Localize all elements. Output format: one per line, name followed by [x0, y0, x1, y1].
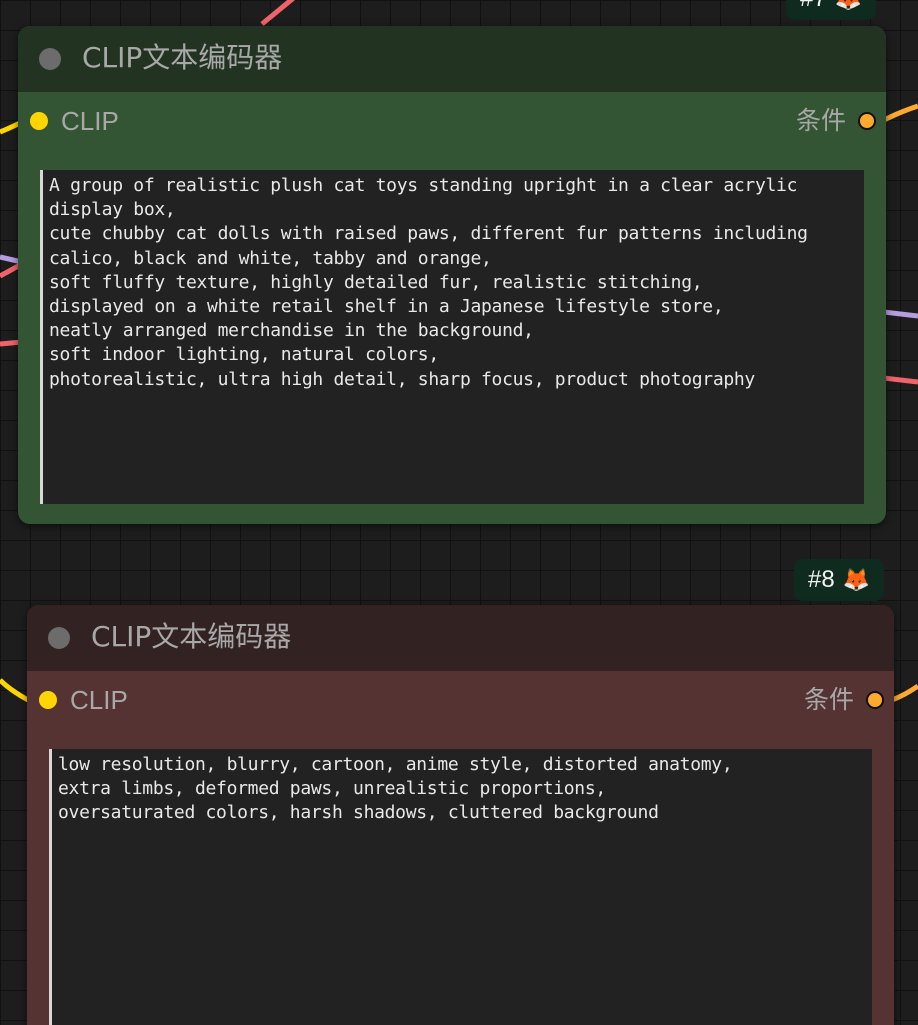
node-id: #8: [808, 566, 835, 593]
prompt-textarea[interactable]: low resolution, blurry, cartoon, anime s…: [49, 749, 872, 1025]
clip-input-label: CLIP: [70, 685, 128, 715]
conditioning-output-label: 条件: [803, 685, 854, 714]
node-header[interactable]: CLIP文本编码器: [18, 26, 886, 92]
node-title: CLIP文本编码器: [82, 41, 283, 74]
node-graph-canvas[interactable]: #7 🦊 CLIP文本编码器 CLIP 条件 A group of realis…: [0, 0, 918, 1025]
wire-red-right: [883, 375, 918, 385]
collapse-toggle[interactable]: [48, 627, 70, 649]
fox-icon: 🦊: [842, 567, 871, 592]
wire-cond-node8-out: [891, 683, 918, 703]
clip-input-label: CLIP: [61, 106, 119, 136]
clip-input-slot[interactable]: [30, 112, 48, 130]
wire-clip-node8-in: [0, 678, 30, 703]
clip-text-encode-node-positive[interactable]: CLIP文本编码器 CLIP 条件 A group of realistic p…: [18, 26, 886, 524]
conditioning-output-slot[interactable]: [858, 112, 876, 130]
wire-purple-right: [883, 309, 918, 319]
node-id-badge: #8 🦊: [794, 559, 885, 601]
node-header[interactable]: CLIP文本编码器: [27, 605, 894, 671]
node-id-badge: #7 🦊: [786, 0, 877, 20]
prompt-textarea[interactable]: A group of realistic plush cat toys stan…: [40, 170, 864, 504]
fox-icon: 🦊: [835, 0, 862, 12]
slot-row: CLIP 条件: [27, 683, 894, 717]
clip-text-encode-node-negative[interactable]: CLIP文本编码器 CLIP 条件 low resolution, blurry…: [27, 605, 894, 1025]
wire-cond-node7-out: [882, 103, 918, 123]
node-title: CLIP文本编码器: [91, 620, 292, 653]
slot-row: CLIP 条件: [18, 104, 886, 138]
wire-red-top: [260, 0, 296, 26]
collapse-toggle[interactable]: [39, 48, 61, 70]
node-id: #7: [800, 0, 827, 13]
clip-input-slot[interactable]: [39, 691, 57, 709]
conditioning-output-label: 条件: [795, 106, 846, 135]
conditioning-output-slot[interactable]: [866, 691, 884, 709]
